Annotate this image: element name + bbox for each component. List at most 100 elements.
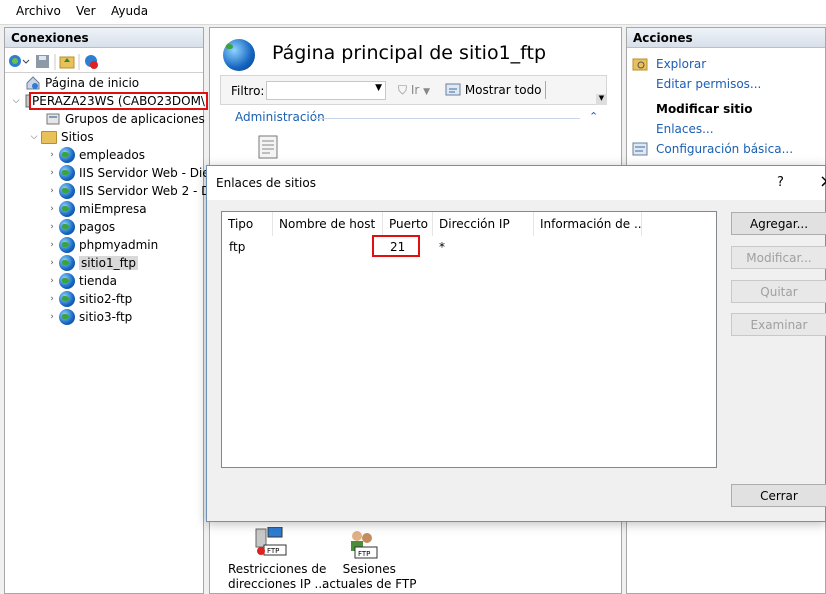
feature-ftp-sessions[interactable]: Sesiones actuales de FTP xyxy=(322,562,416,592)
column-header-info[interactable]: Información de ... xyxy=(534,212,642,236)
site-label: empleados xyxy=(79,148,145,162)
browse-button[interactable]: Examinar xyxy=(731,313,826,336)
site-label: IIS Servidor Web - Dieg xyxy=(79,166,218,180)
modify-button[interactable]: Modificar... xyxy=(731,246,826,269)
chevron-right-icon[interactable]: › xyxy=(47,312,57,322)
globe-icon xyxy=(59,201,75,217)
close-button[interactable]: Cerrar xyxy=(731,484,826,507)
add-button[interactable]: Agregar... xyxy=(731,212,826,235)
tree-label-app-pools: Grupos de aplicaciones xyxy=(65,112,205,126)
basic-config-icon[interactable] xyxy=(632,141,648,157)
feature-ip-restrictions[interactable]: Restricciones de direcciones IP ... xyxy=(228,562,326,592)
disconnect-icon[interactable] xyxy=(85,55,98,69)
filter-funnel-icon: ⛉ xyxy=(398,83,408,97)
filter-input[interactable]: ▼ xyxy=(266,81,386,100)
chevron-right-icon[interactable]: › xyxy=(47,258,57,268)
remove-button[interactable]: Quitar xyxy=(731,280,826,303)
tree-item-app-pools[interactable]: Grupos de aplicaciones xyxy=(45,110,205,128)
tree-item-site[interactable]: › empleados xyxy=(47,146,145,164)
site-label: miEmpresa xyxy=(79,202,147,216)
dropdown-arrow-icon[interactable]: ▼ xyxy=(375,83,382,93)
cell-type: ftp xyxy=(229,240,246,254)
chevron-right-icon[interactable]: › xyxy=(47,168,57,178)
action-bindings[interactable]: Enlaces... xyxy=(656,122,714,136)
site-label: tienda xyxy=(79,274,117,288)
site-label: sitio2-ftp xyxy=(79,292,133,306)
cell-port: 21 xyxy=(372,235,420,257)
column-header-ip[interactable]: Dirección IP xyxy=(433,212,534,236)
action-explore[interactable]: Explorar xyxy=(656,57,706,71)
up-folder-icon[interactable] xyxy=(59,56,75,69)
scroll-down-icon[interactable]: ▼ xyxy=(596,94,607,105)
chevron-right-icon[interactable]: › xyxy=(47,204,57,214)
connections-title: Conexiones xyxy=(5,28,203,48)
home-page-icon xyxy=(26,76,40,90)
sites-folder-icon xyxy=(41,130,57,144)
menu-archivo[interactable]: Archivo xyxy=(16,4,61,18)
site-label: IIS Servidor Web 2 - Di xyxy=(79,184,214,198)
tree-label-server: PERAZA23WS (CABO23DOM\ xyxy=(29,92,208,110)
globe-icon xyxy=(59,255,75,271)
dropdown-arrow-icon[interactable]: ▼ xyxy=(423,87,430,97)
connections-panel: Conexiones Página de inicio ⌵ PERAZA23WS… xyxy=(4,27,217,594)
feature-icon[interactable] xyxy=(257,134,281,160)
globe-icon xyxy=(59,183,75,199)
action-basic-config[interactable]: Configuración básica... xyxy=(656,142,793,156)
tree-item-site[interactable]: › sitio2-ftp xyxy=(47,290,132,308)
connect-icon[interactable] xyxy=(9,55,30,67)
chevron-right-icon[interactable]: › xyxy=(47,276,57,286)
go-button[interactable]: ⛉ Ir ▼ xyxy=(398,83,430,98)
tree-item-site[interactable]: › phpmyadmin xyxy=(47,236,158,254)
chevron-right-icon[interactable]: › xyxy=(47,294,57,304)
page-title: Página principal de sitio1_ftp xyxy=(272,42,547,64)
show-all-icon xyxy=(445,83,461,96)
chevron-up-icon[interactable]: ⌃ xyxy=(589,110,598,123)
save-icon[interactable] xyxy=(36,55,49,68)
chevron-down-icon[interactable]: ⌵ xyxy=(29,132,39,142)
menu-ayuda[interactable]: Ayuda xyxy=(111,4,148,18)
tree-label-home: Página de inicio xyxy=(45,76,140,90)
globe-icon xyxy=(59,291,75,307)
tree-label-sites: Sitios xyxy=(61,130,94,144)
column-header-port[interactable]: Puerto xyxy=(383,212,433,236)
globe-icon xyxy=(59,147,75,163)
tree-item-site[interactable]: › tienda xyxy=(47,272,117,290)
show-all-button[interactable]: Mostrar todo xyxy=(445,83,542,97)
column-header-type[interactable]: Tipo xyxy=(222,212,273,236)
dialog-titlebar: Enlaces de sitios ? × xyxy=(207,166,826,200)
close-icon[interactable]: × xyxy=(819,171,826,192)
menu-bar: Archivo Ver Ayuda xyxy=(0,0,826,25)
explore-icon[interactable] xyxy=(632,56,648,72)
chevron-right-icon[interactable]: › xyxy=(47,150,57,160)
chevron-down-icon[interactable]: ⌵ xyxy=(11,96,21,106)
action-edit-permissions[interactable]: Editar permisos... xyxy=(656,77,761,91)
chevron-right-icon[interactable]: › xyxy=(47,222,57,232)
svg-text:FTP: FTP xyxy=(358,550,370,558)
tree-item-site[interactable]: › IIS Servidor Web 2 - Di xyxy=(47,182,214,200)
globe-icon xyxy=(59,219,75,235)
tree-item-sites[interactable]: ⌵ Sitios xyxy=(29,128,94,146)
app-pools-icon xyxy=(46,113,60,125)
tree-item-site[interactable]: › IIS Servidor Web - Dieg xyxy=(47,164,217,182)
menu-ver[interactable]: Ver xyxy=(76,4,96,18)
group-header-administracion[interactable]: Administración xyxy=(235,110,325,124)
tree-item-site[interactable]: › pagos xyxy=(47,218,115,236)
site-label: pagos xyxy=(79,220,116,234)
ftp-sessions-icon[interactable]: FTP xyxy=(347,529,379,559)
bindings-table[interactable]: Tipo Nombre de host Puerto Dirección IP … xyxy=(221,211,717,468)
chevron-right-icon[interactable]: › xyxy=(47,186,57,196)
tree-item-site[interactable]: › miEmpresa xyxy=(47,200,147,218)
globe-icon xyxy=(59,273,75,289)
tree-item-site[interactable]: › sitio3-ftp xyxy=(47,308,132,326)
help-button[interactable]: ? xyxy=(777,175,784,190)
actions-title: Acciones xyxy=(627,28,825,48)
tree-item-site-selected[interactable]: › sitio1_ftp xyxy=(47,254,138,272)
cell-ip: * xyxy=(439,240,445,254)
chevron-right-icon[interactable]: › xyxy=(47,240,57,250)
tree-item-server[interactable]: ⌵ PERAZA23WS (CABO23DOM\ xyxy=(11,92,208,110)
svg-text:FTP: FTP xyxy=(267,547,279,555)
column-header-host[interactable]: Nombre de host xyxy=(273,212,383,236)
ip-restrictions-icon[interactable]: FTP xyxy=(254,527,288,559)
tree-item-home[interactable]: Página de inicio xyxy=(25,74,139,92)
site-label: sitio1_ftp xyxy=(79,256,138,270)
